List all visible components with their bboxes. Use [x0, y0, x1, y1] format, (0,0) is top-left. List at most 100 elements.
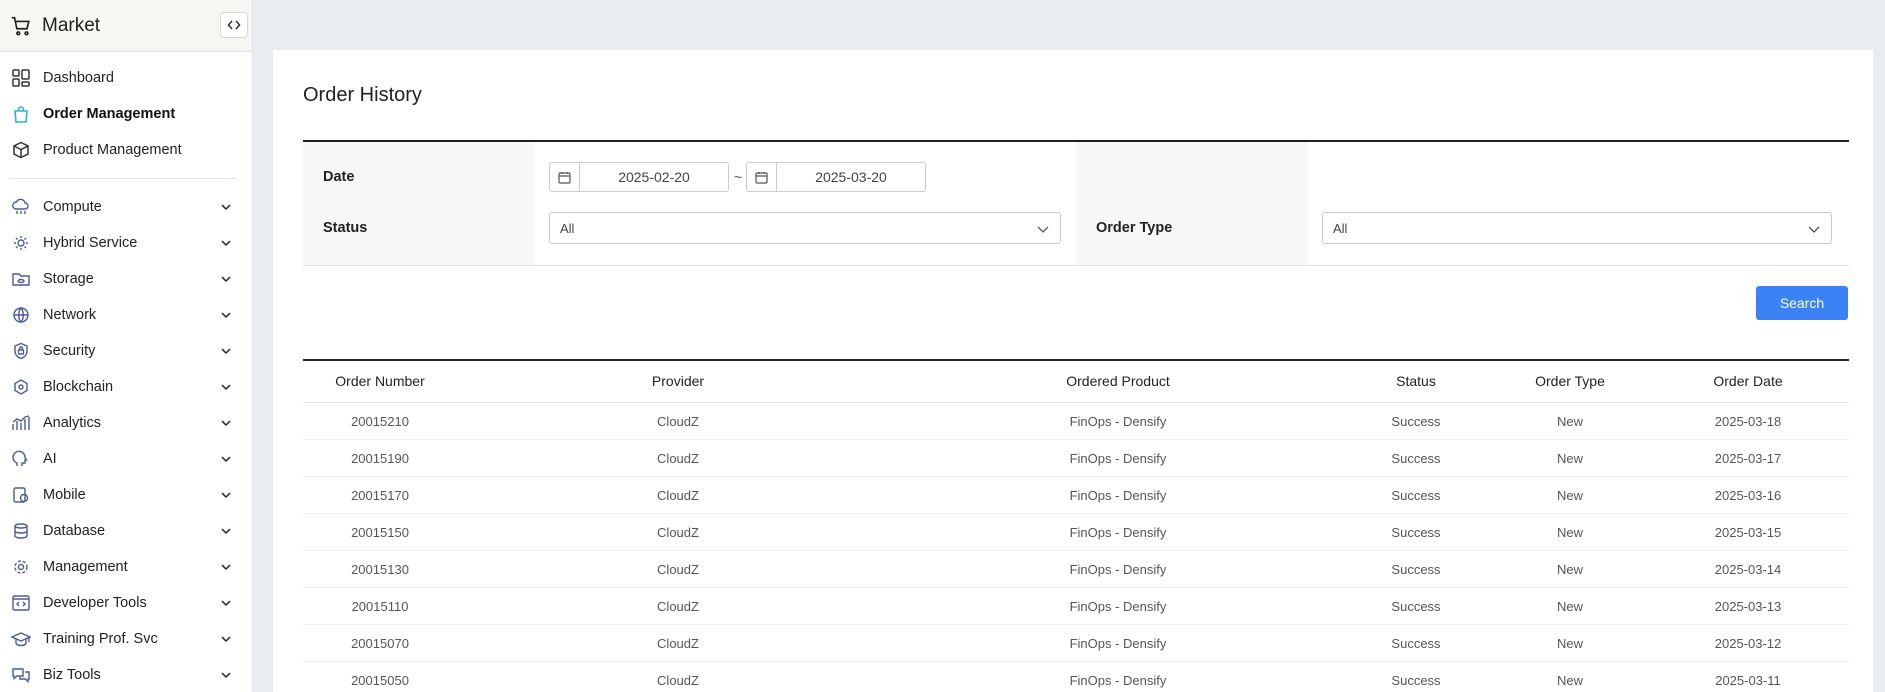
sidebar-item-label: Storage [43, 271, 94, 287]
order-date-cell: 2025-03-12 [1714, 636, 1782, 651]
brand-header: Market [0, 0, 252, 52]
sidebar-item-ai[interactable]: AI [0, 441, 252, 477]
sidebar-item-security[interactable]: Security [0, 333, 252, 369]
table-row[interactable]: 20015070 CloudZ FinOps - Densify Success New… [303, 625, 1849, 662]
sidebar-item-analytics[interactable]: Analytics [0, 405, 252, 441]
sidebar-divider [10, 178, 236, 179]
order-date-cell: 2025-03-16 [1714, 488, 1782, 503]
sidebar-item-storage[interactable]: Storage [0, 261, 252, 297]
table-row[interactable]: 20015170 CloudZ FinOps - Densify Success New… [303, 477, 1849, 514]
ordered-product-cell: FinOps - Densify [1069, 673, 1167, 688]
sidebar-item-order-management[interactable]: Order Management [0, 96, 252, 132]
box-icon [10, 139, 32, 161]
sidebar-item-database[interactable]: Database [0, 513, 252, 549]
date-from-field[interactable]: 2025-02-20 [549, 162, 729, 192]
status-cell: Success [1391, 525, 1441, 540]
column-header-ordered-product[interactable]: Ordered Product [1066, 373, 1170, 389]
ordered-product-cell: FinOps - Densify [1069, 414, 1167, 429]
order-history-table: Order Number Provider Ordered Product St… [303, 359, 1849, 692]
provider-cell: CloudZ [657, 414, 699, 429]
chevron-down-icon [221, 240, 231, 247]
table-row[interactable]: 20015050 CloudZ FinOps - Densify Success New… [303, 662, 1849, 692]
sidebar-item-dashboard[interactable]: Dashboard [0, 60, 252, 96]
chevron-down-icon [221, 456, 231, 463]
column-header-order-number[interactable]: Order Number [335, 373, 424, 389]
sidebar-item-hybrid-service[interactable]: Hybrid Service [0, 225, 252, 261]
provider-cell: CloudZ [657, 636, 699, 651]
table-row[interactable]: 20015210 CloudZ FinOps - Densify Success New… [303, 403, 1849, 440]
order-date-cell: 2025-03-14 [1714, 562, 1782, 577]
order-type-cell: New [1556, 488, 1584, 503]
analytics-icon [10, 412, 32, 434]
shield-icon [10, 340, 32, 362]
chevron-down-icon [221, 672, 231, 679]
sidebar-item-network[interactable]: Network [0, 297, 252, 333]
table-row[interactable]: 20015130 CloudZ FinOps - Densify Success New… [303, 551, 1849, 588]
ai-head-icon [10, 448, 32, 470]
order-number-cell: 20015110 [351, 599, 409, 614]
sidebar-item-label: Biz Tools [43, 667, 101, 683]
sidebar-groups: Compute Hybrid Service Storage Network S… [0, 189, 252, 692]
date-from-value: 2025-02-20 [618, 169, 690, 185]
provider-cell: CloudZ [657, 451, 699, 466]
table-row[interactable]: 20015110 CloudZ FinOps - Densify Success New… [303, 588, 1849, 625]
column-header-order-date[interactable]: Order Date [1713, 373, 1782, 389]
column-header-order-type[interactable]: Order Type [1535, 373, 1605, 389]
ordered-product-cell: FinOps - Densify [1069, 599, 1167, 614]
cloud-compute-icon [10, 196, 32, 218]
sidebar-collapse-button[interactable] [220, 12, 248, 38]
calendar-icon [550, 163, 580, 191]
management-gear-icon [10, 556, 32, 578]
chat-bubbles-icon [10, 664, 32, 686]
sidebar-item-mobile[interactable]: Mobile [0, 477, 252, 513]
date-to-field[interactable]: 2025-03-20 [746, 162, 926, 192]
sidebar-item-compute[interactable]: Compute [0, 189, 252, 225]
database-icon [10, 520, 32, 542]
sidebar-item-label: Compute [43, 199, 102, 215]
column-header-provider[interactable]: Provider [652, 373, 704, 389]
status-cell: Success [1391, 414, 1441, 429]
graduation-cap-icon [10, 628, 32, 650]
sidebar-item-training-prof-svc[interactable]: Training Prof. Svc [0, 621, 252, 657]
chevron-down-icon [221, 276, 231, 283]
order-type-cell: New [1556, 673, 1584, 688]
order-date-cell: 2025-03-15 [1714, 525, 1782, 540]
status-select-value: All [560, 220, 575, 236]
order-date-cell: 2025-03-13 [1714, 599, 1782, 614]
ordered-product-cell: FinOps - Densify [1069, 451, 1167, 466]
sidebar-item-label: Training Prof. Svc [43, 631, 158, 647]
provider-cell: CloudZ [657, 599, 699, 614]
storage-icon [10, 268, 32, 290]
order-type-cell: New [1556, 599, 1584, 614]
date-to-value: 2025-03-20 [815, 169, 887, 185]
sidebar-item-label: Blockchain [43, 379, 114, 395]
sidebar-item-label: AI [43, 451, 57, 467]
column-header-status[interactable]: Status [1396, 373, 1436, 389]
order-date-cell: 2025-03-11 [1715, 673, 1781, 688]
hybrid-gear-icon [10, 232, 32, 254]
order-date-cell: 2025-03-17 [1714, 451, 1782, 466]
sidebar-item-biz-tools[interactable]: Biz Tools [0, 657, 252, 692]
search-button[interactable]: Search [1756, 286, 1848, 320]
ordered-product-cell: FinOps - Densify [1069, 525, 1167, 540]
order-number-cell: 20015130 [351, 562, 409, 577]
sidebar-item-label: Dashboard [43, 70, 114, 86]
sidebar-item-product-management[interactable]: Product Management [0, 132, 252, 168]
order-type-select[interactable]: All [1322, 212, 1832, 244]
order-number-cell: 20015070 [351, 636, 409, 651]
order-type-cell: New [1556, 525, 1584, 540]
provider-cell: CloudZ [657, 525, 699, 540]
status-select[interactable]: All [549, 212, 1061, 244]
table-row[interactable]: 20015190 CloudZ FinOps - Densify Success New… [303, 440, 1849, 477]
provider-cell: CloudZ [657, 673, 699, 688]
table-row[interactable]: 20015150 CloudZ FinOps - Densify Success New… [303, 514, 1849, 551]
sidebar-item-developer-tools[interactable]: Developer Tools [0, 585, 252, 621]
sidebar-item-blockchain[interactable]: Blockchain [0, 369, 252, 405]
status-cell: Success [1391, 488, 1441, 503]
status-cell: Success [1391, 673, 1441, 688]
order-date-cell: 2025-03-18 [1714, 414, 1782, 429]
chevron-down-icon [221, 384, 231, 391]
sidebar-item-management[interactable]: Management [0, 549, 252, 585]
chevron-down-icon [221, 564, 231, 571]
chevron-down-icon [221, 420, 231, 427]
